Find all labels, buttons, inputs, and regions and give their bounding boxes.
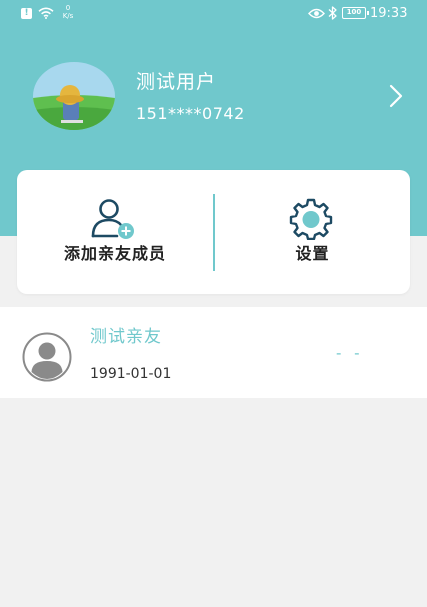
add-user-icon (91, 199, 134, 239)
profile-avatar-image[interactable] (33, 62, 115, 130)
wifi-icon (38, 7, 54, 19)
avatar-illustration (33, 62, 115, 130)
network-speed: 0 K/s (60, 4, 76, 20)
bluetooth-icon (328, 6, 337, 20)
member-birth-date: 1991-01-01 (90, 366, 172, 382)
member-status: - - (336, 344, 364, 362)
alert-icon: ! (21, 8, 32, 19)
network-speed-value: 0 (65, 4, 71, 12)
member-list: 测试亲友 1991-01-01 - - (0, 307, 427, 398)
gear-icon (289, 198, 333, 240)
clock: 19:33 (370, 6, 408, 21)
action-card: 添加亲友成员 设置 (17, 170, 410, 294)
user-phone: 151****0742 (136, 104, 245, 123)
member-name: 测试亲友 (90, 327, 162, 347)
settings-button[interactable]: 设置 (215, 170, 410, 294)
chevron-right-icon[interactable] (386, 83, 406, 109)
user-name[interactable]: 测试用户 (136, 70, 216, 94)
add-member-label: 添加亲友成员 (63, 244, 166, 263)
add-member-button[interactable]: 添加亲友成员 (17, 170, 213, 294)
network-speed-unit: K/s (62, 12, 74, 20)
status-bar: ! 0 K/s 100 19:33 (0, 0, 427, 28)
eye-icon (308, 8, 325, 19)
battery-icon: 100 (342, 7, 369, 19)
settings-label: 设置 (295, 244, 330, 263)
list-item[interactable]: 测试亲友 1991-01-01 - - (0, 307, 427, 398)
default-avatar-icon (22, 332, 72, 382)
